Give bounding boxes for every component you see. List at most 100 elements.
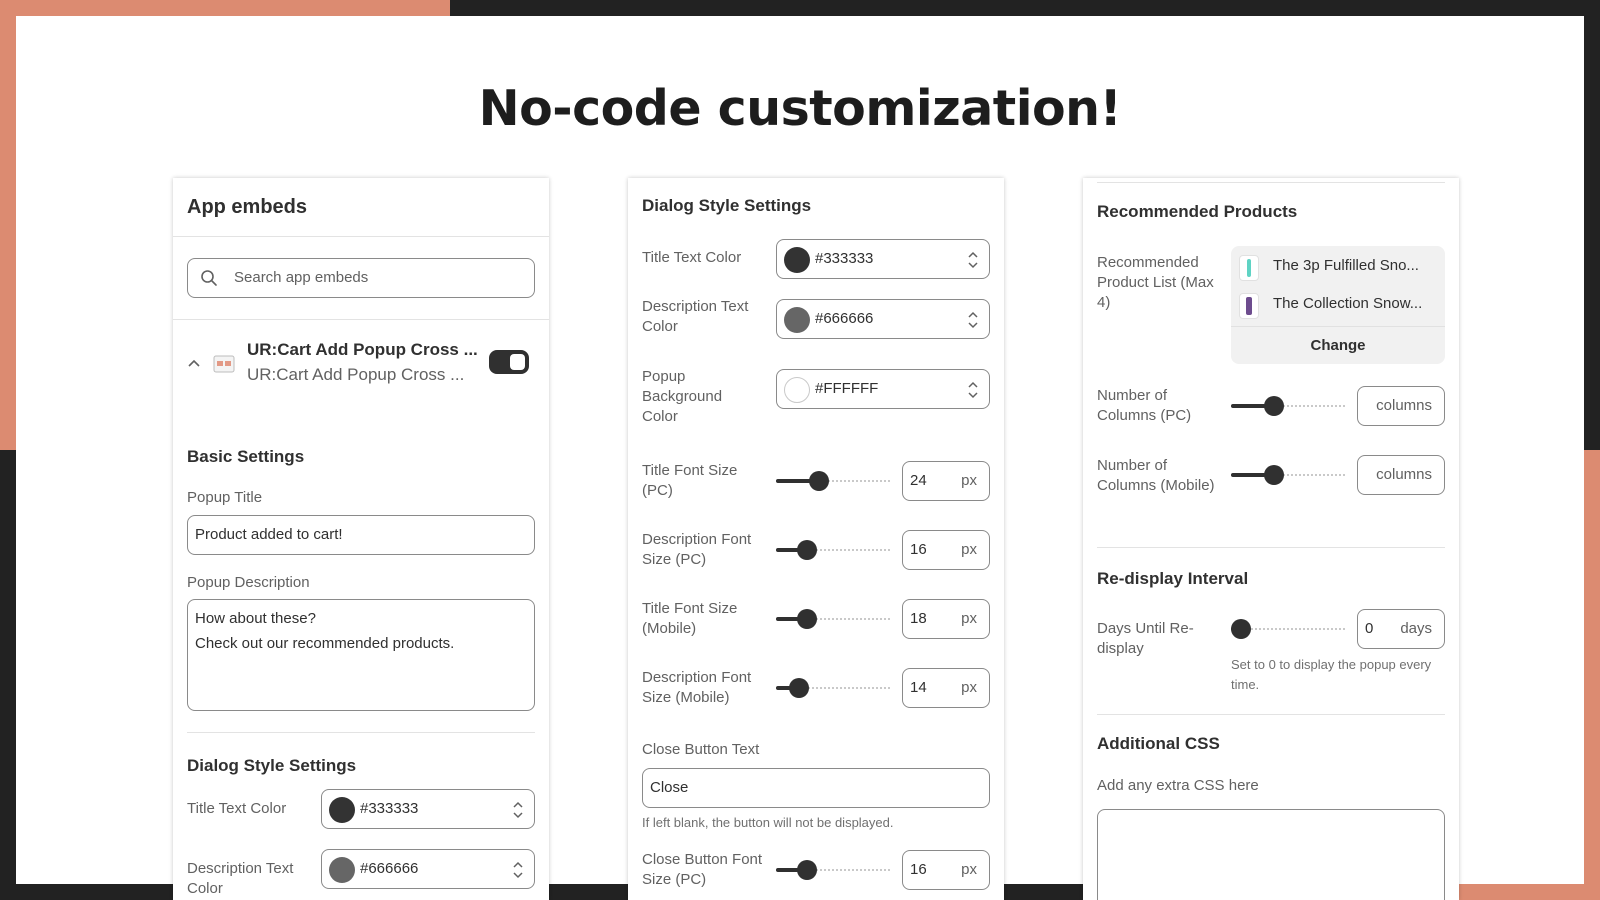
title-color-picker[interactable]: #333333: [321, 789, 535, 829]
panel-title: App embeds: [187, 196, 308, 218]
color-value: #FFFFFF: [815, 380, 879, 397]
slider-thumb[interactable]: [1231, 619, 1251, 639]
product-thumbnail: [1239, 293, 1259, 319]
columns-pc-label: Number of Columns (PC): [1097, 387, 1192, 424]
description-font-size-pc-input[interactable]: 16 px: [902, 530, 990, 570]
popup-description-label: Popup Description: [187, 574, 310, 591]
redisplay-heading: Re-display Interval: [1097, 569, 1249, 588]
list-item[interactable]: The Collection Snow...: [1231, 287, 1445, 323]
embed-subtitle: UR:Cart Add Popup Cross ...: [247, 365, 465, 384]
title-color-picker[interactable]: #333333: [776, 239, 990, 279]
title-font-size-mobile-input[interactable]: 18 px: [902, 599, 990, 639]
days-label: Days Until Re-display: [1097, 620, 1194, 657]
color-value: #666666: [815, 310, 874, 327]
columns-pc-slider[interactable]: [1231, 396, 1345, 416]
unit-label: px: [961, 679, 977, 696]
popup-title-value: Product added to cart!: [195, 526, 343, 543]
change-button[interactable]: Change: [1231, 326, 1445, 364]
color-swatch: [329, 857, 355, 883]
title-font-size-mobile-slider[interactable]: [776, 609, 890, 629]
divider: [1097, 182, 1445, 183]
dialog-style-panel: Dialog Style Settings Title Text Color #…: [628, 178, 1004, 900]
select-arrows-icon: [968, 381, 978, 399]
additional-css-textarea[interactable]: [1097, 809, 1445, 900]
columns-mobile-slider[interactable]: [1231, 465, 1345, 485]
days-slider[interactable]: [1231, 619, 1345, 639]
toggle-knob: [510, 354, 525, 370]
chevron-up-icon[interactable]: [187, 358, 201, 368]
title-font-size-pc-input[interactable]: 24 px: [902, 461, 990, 501]
dialog-style-heading: Dialog Style Settings: [187, 756, 357, 775]
close-button-text-input[interactable]: Close: [642, 768, 990, 808]
slider-label: Title Font Size (Mobile): [642, 600, 738, 637]
additional-css-heading: Additional CSS: [1097, 734, 1220, 753]
panel-heading: Dialog Style Settings: [642, 196, 812, 215]
description-line-2: Check out our recommended products.: [195, 635, 455, 652]
close-button-text-label: Close Button Text: [642, 741, 760, 758]
product-list-label: Recommended Product List (Max 4): [1097, 254, 1214, 311]
product-thumbnail: [1239, 255, 1259, 281]
thumbnail-graphic: [1247, 259, 1251, 277]
columns-pc-input[interactable]: columns: [1357, 386, 1445, 426]
columns-mobile-input[interactable]: columns: [1357, 455, 1445, 495]
description-font-size-pc-slider[interactable]: [776, 540, 890, 560]
unit-label: px: [961, 610, 977, 627]
recommended-products-panel: Recommended Products Recommended Product…: [1083, 178, 1459, 900]
slider-thumb[interactable]: [789, 678, 810, 698]
title-color-label: Title Text Color: [642, 249, 742, 266]
unit-label: px: [961, 541, 977, 558]
app-embed-icon: [213, 355, 235, 373]
slider-thumb[interactable]: [1263, 396, 1284, 416]
close-button-font-size-label: Close Button Font Size (PC): [642, 851, 763, 888]
slider-thumb[interactable]: [796, 540, 817, 560]
select-arrows-icon: [968, 251, 978, 269]
search-placeholder: Search app embeds: [234, 269, 369, 286]
divider: [187, 732, 535, 733]
close-button-font-size-input[interactable]: 16 px: [902, 850, 990, 890]
description-line-1: How about these?: [195, 610, 316, 627]
description-color-label: Description Text Color: [187, 860, 294, 897]
list-item[interactable]: The 3p Fulfilled Sno...: [1231, 249, 1445, 285]
close-button-font-size-slider[interactable]: [776, 860, 890, 880]
page-headline: No-code customization!: [478, 80, 1122, 137]
number-value: 0: [1365, 620, 1374, 637]
slider-thumb[interactable]: [808, 471, 829, 491]
color-swatch: [329, 797, 355, 823]
divider: [173, 319, 549, 320]
number-value: 18: [910, 610, 927, 627]
color-swatch: [784, 377, 810, 403]
columns-mobile-label: Number of Columns (Mobile): [1097, 457, 1215, 494]
color-value: #666666: [360, 860, 419, 877]
number-value: 14: [910, 679, 927, 696]
select-arrows-icon: [513, 861, 523, 879]
description-font-size-mobile-input[interactable]: 14 px: [902, 668, 990, 708]
number-value: 16: [910, 541, 927, 558]
description-color-picker[interactable]: #666666: [776, 299, 990, 339]
slider-label: Title Font Size (PC): [642, 462, 738, 499]
days-input[interactable]: 0 days: [1357, 609, 1445, 649]
basic-settings-heading: Basic Settings: [187, 447, 305, 466]
popup-description-textarea[interactable]: How about these? Check out our recommend…: [187, 599, 535, 711]
slider-label: Description Font Size (Mobile): [642, 669, 752, 706]
color-swatch: [784, 247, 810, 273]
slider-thumb[interactable]: [1263, 465, 1284, 485]
background-color-picker[interactable]: #FFFFFF: [776, 369, 990, 409]
popup-title-label: Popup Title: [187, 489, 263, 506]
select-arrows-icon: [513, 801, 523, 819]
select-arrows-icon: [968, 311, 978, 329]
popup-title-input[interactable]: Product added to cart!: [187, 515, 535, 555]
close-button-text-value: Close: [650, 779, 689, 796]
title-font-size-pc-slider[interactable]: [776, 471, 890, 491]
background-color-label: Popup Background Color: [642, 368, 723, 425]
unit-label: days: [1400, 620, 1432, 637]
description-color-label: Description Text Color: [642, 298, 749, 335]
divider: [1097, 714, 1445, 715]
unit-label: columns: [1376, 397, 1432, 414]
embed-toggle[interactable]: [489, 350, 529, 374]
search-input[interactable]: Search app embeds: [187, 258, 535, 298]
description-color-picker[interactable]: #666666: [321, 849, 535, 889]
description-font-size-mobile-slider[interactable]: [776, 678, 890, 698]
color-value: #333333: [815, 250, 874, 267]
slider-thumb[interactable]: [796, 609, 817, 629]
slider-thumb[interactable]: [796, 860, 817, 880]
